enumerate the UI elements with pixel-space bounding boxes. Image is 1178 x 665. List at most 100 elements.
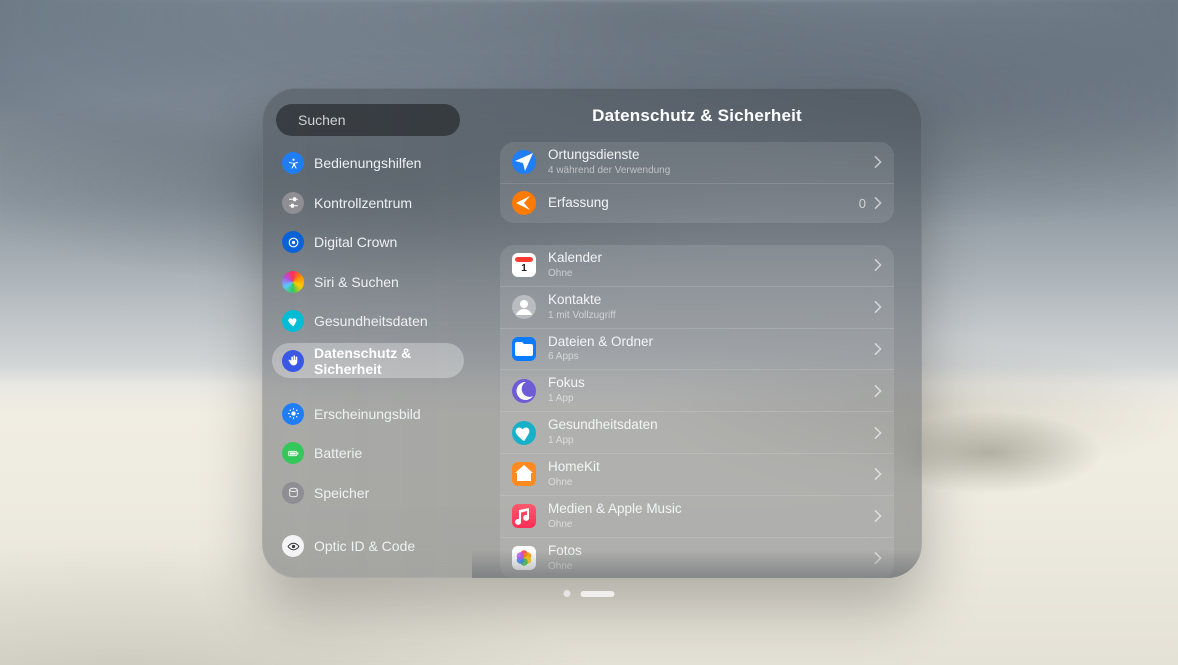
page-title: Datenschutz & Sicherheit <box>500 106 894 126</box>
sidebar-separator <box>272 515 464 525</box>
page-dot[interactable] <box>564 590 571 597</box>
sidebar-item-digital-crown[interactable]: Digital Crown <box>272 224 464 259</box>
group-app-privacy: 1 Kalender Ohne Kontakte 1 mit Vollzugri… <box>500 245 894 578</box>
chevron-right-icon <box>874 156 882 168</box>
row-title: HomeKit <box>548 460 862 475</box>
row-subtitle: Ohne <box>548 519 862 531</box>
chevron-right-icon <box>874 510 882 522</box>
row-location-services[interactable]: Ortungsdienste 4 während der Verwendung <box>500 142 894 183</box>
row-title: Kontakte <box>548 293 862 308</box>
row-badge-count: 0 <box>859 196 866 211</box>
music-note-icon <box>512 504 536 528</box>
folder-icon <box>512 337 536 361</box>
row-photos[interactable]: Fotos Ohne <box>500 537 894 578</box>
row-labels: Gesundheitsdaten 1 App <box>548 418 862 447</box>
chevron-right-icon <box>874 385 882 397</box>
row-subtitle: 4 während der Verwendung <box>548 165 862 177</box>
settings-window: Bedienungshilfen Kontrollzentrum Digital… <box>262 88 922 578</box>
row-subtitle: Ohne <box>548 268 862 280</box>
row-subtitle: Ohne <box>548 561 862 573</box>
sidebar-item-label: Siri & Suchen <box>314 274 399 290</box>
search-field[interactable] <box>276 104 460 136</box>
sidebar-item-label: Batterie <box>314 445 362 461</box>
row-labels: Medien & Apple Music Ohne <box>548 502 862 531</box>
storage-icon <box>282 482 304 504</box>
row-subtitle: 6 Apps <box>548 351 862 363</box>
search-input[interactable] <box>298 112 472 128</box>
row-labels: Fotos Ohne <box>548 544 862 573</box>
group-system-privacy: Ortungsdienste 4 während der Verwendung … <box>500 142 894 223</box>
row-trailing <box>874 156 882 168</box>
row-labels: Erfassung <box>548 196 847 211</box>
row-labels: Fokus 1 App <box>548 376 862 405</box>
sidebar-item-label: Bedienungshilfen <box>314 155 421 171</box>
sidebar-item-label: Digital Crown <box>314 234 397 250</box>
row-subtitle: Ohne <box>548 477 862 489</box>
sliders-icon <box>282 192 304 214</box>
sidebar-item-health[interactable]: Gesundheitsdaten <box>272 303 464 338</box>
sidebar-item-label: Gesundheitsdaten <box>314 313 428 329</box>
row-subtitle: 1 App <box>548 435 862 447</box>
chevron-right-icon <box>874 343 882 355</box>
sidebar-item-privacy[interactable]: Datenschutz & Sicherheit <box>272 343 464 378</box>
sidebar-item-label: Optic ID & Code <box>314 538 415 554</box>
sidebar-item-control-center[interactable]: Kontrollzentrum <box>272 185 464 220</box>
svg-text:1: 1 <box>521 263 527 274</box>
row-title: Medien & Apple Music <box>548 502 862 517</box>
eye-icon <box>282 535 304 557</box>
row-title: Dateien & Ordner <box>548 335 862 350</box>
moon-icon <box>512 379 536 403</box>
page-indicator[interactable] <box>564 590 615 597</box>
page-pill-current[interactable] <box>581 591 615 597</box>
row-homekit[interactable]: HomeKit Ohne <box>500 453 894 495</box>
row-trailing: 0 <box>859 196 882 211</box>
chevron-right-icon <box>874 468 882 480</box>
sidebar-item-optic-id[interactable]: Optic ID & Code <box>272 528 464 563</box>
chevron-right-icon <box>874 552 882 564</box>
location-icon <box>512 150 536 174</box>
row-title: Fokus <box>548 376 862 391</box>
sidebar-item-label: Erscheinungsbild <box>314 406 421 422</box>
calendar-icon: 1 <box>512 253 536 277</box>
sidebar-item-label: Datenschutz & Sicherheit <box>314 345 454 377</box>
chevron-right-icon <box>874 427 882 439</box>
contacts-icon <box>512 295 536 319</box>
row-files-folders[interactable]: Dateien & Ordner 6 Apps <box>500 328 894 370</box>
row-labels: Kalender Ohne <box>548 251 862 280</box>
heart-icon <box>282 310 304 332</box>
row-labels: Dateien & Ordner 6 Apps <box>548 335 862 364</box>
battery-icon <box>282 442 304 464</box>
chevron-right-icon <box>874 301 882 313</box>
row-subtitle: 1 App <box>548 393 862 405</box>
crown-icon <box>282 231 304 253</box>
row-labels: Ortungsdienste 4 während der Verwendung <box>548 148 862 177</box>
sidebar-item-battery[interactable]: Batterie <box>272 436 464 471</box>
sun-icon <box>282 403 304 425</box>
row-contacts[interactable]: Kontakte 1 mit Vollzugriff <box>500 286 894 328</box>
sidebar-item-storage[interactable]: Speicher <box>272 475 464 510</box>
row-title: Ortungsdienste <box>548 148 862 163</box>
row-subtitle: 1 mit Vollzugriff <box>548 310 862 322</box>
row-title: Fotos <box>548 544 862 559</box>
row-calendar[interactable]: 1 Kalender Ohne <box>500 245 894 286</box>
row-health-data[interactable]: Gesundheitsdaten 1 App <box>500 411 894 453</box>
chevron-right-icon <box>874 259 882 271</box>
tracking-icon <box>512 191 536 215</box>
content-panel: Datenschutz & Sicherheit Ortungsdienste … <box>472 88 922 578</box>
sidebar-separator <box>272 382 464 392</box>
sidebar-item-accessibility[interactable]: Bedienungshilfen <box>272 146 464 181</box>
siri-icon <box>282 271 304 293</box>
row-labels: HomeKit Ohne <box>548 460 862 489</box>
sidebar-item-siri[interactable]: Siri & Suchen <box>272 264 464 299</box>
sidebar-item-appearance[interactable]: Erscheinungsbild <box>272 396 464 431</box>
heart-outline-icon <box>512 421 536 445</box>
sidebar: Bedienungshilfen Kontrollzentrum Digital… <box>262 88 472 578</box>
row-focus[interactable]: Fokus 1 App <box>500 369 894 411</box>
hand-icon <box>282 350 304 372</box>
chevron-right-icon <box>874 197 882 209</box>
row-media-music[interactable]: Medien & Apple Music Ohne <box>500 495 894 537</box>
home-icon <box>512 462 536 486</box>
row-tracking[interactable]: Erfassung 0 <box>500 183 894 223</box>
accessibility-icon <box>282 152 304 174</box>
sidebar-item-label: Kontrollzentrum <box>314 195 412 211</box>
